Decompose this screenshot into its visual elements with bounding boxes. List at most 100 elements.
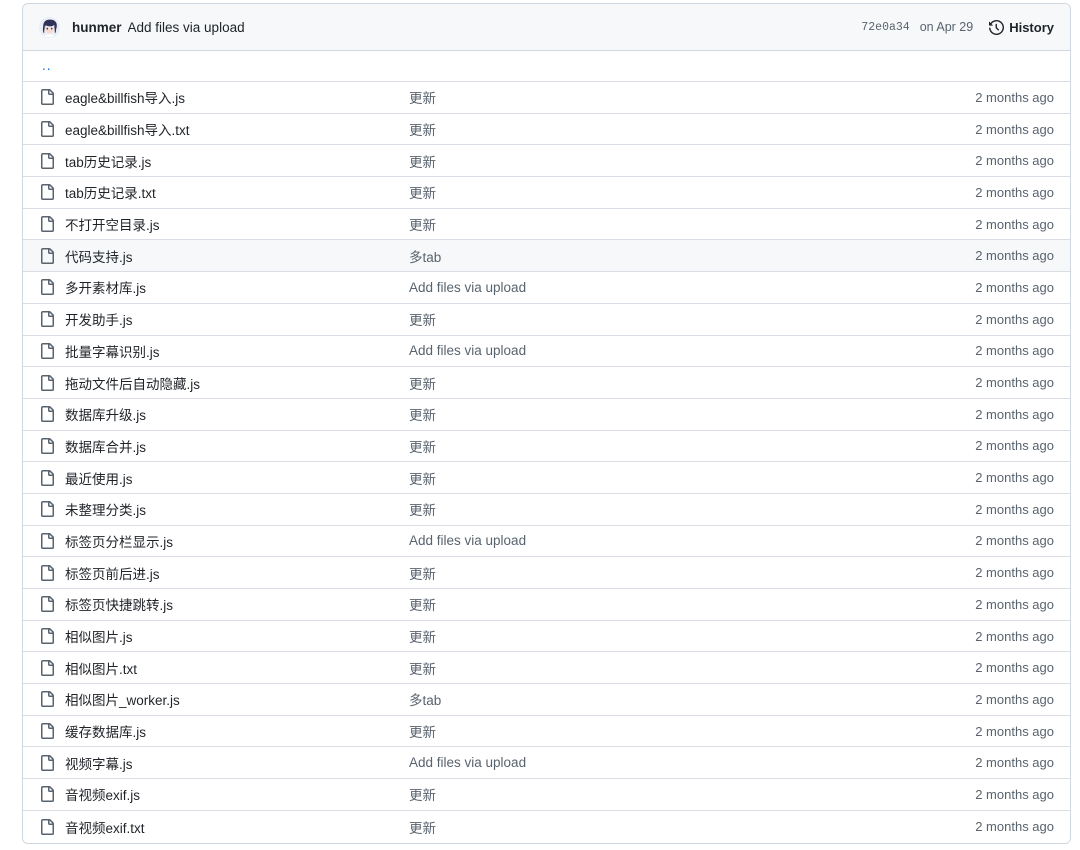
- file-commit-message[interactable]: 更新: [409, 817, 975, 837]
- file-commit-message[interactable]: 更新: [409, 87, 975, 107]
- file-icon: [39, 501, 65, 518]
- file-name-link[interactable]: eagle&billfish导入.txt: [65, 119, 409, 139]
- file-commit-message[interactable]: 更新: [409, 658, 975, 678]
- file-name-link[interactable]: 开发助手.js: [65, 309, 409, 329]
- file-icon: [39, 437, 65, 454]
- table-row[interactable]: 标签页前后进.js 更新 2 months ago: [23, 557, 1070, 589]
- file-commit-message[interactable]: Add files via upload: [409, 755, 975, 770]
- file-name-link[interactable]: 多开素材库.js: [65, 277, 409, 297]
- table-row[interactable]: 最近使用.js 更新 2 months ago: [23, 462, 1070, 494]
- table-row[interactable]: 视频字幕.js Add files via upload 2 months ago: [23, 747, 1070, 780]
- table-row[interactable]: 缓存数据库.js 更新 2 months ago: [23, 715, 1070, 748]
- file-name-link[interactable]: 相似图片.txt: [65, 658, 409, 678]
- file-commit-message[interactable]: 更新: [409, 784, 975, 804]
- file-commit-time: 2 months ago: [975, 89, 1054, 105]
- file-commit-message[interactable]: 更新: [409, 499, 975, 519]
- file-icon: [39, 374, 65, 391]
- table-row[interactable]: 标签页分栏显示.js Add files via upload 2 months a…: [23, 525, 1070, 558]
- table-row[interactable]: 不打开空目录.js 更新 2 months ago: [23, 208, 1070, 241]
- file-commit-message[interactable]: 更新: [409, 721, 975, 741]
- file-name-link[interactable]: 标签页前后进.js: [65, 563, 409, 583]
- file-name-link[interactable]: 音视频exif.txt: [65, 817, 409, 837]
- file-commit-message[interactable]: 更新: [409, 563, 975, 583]
- parent-directory-row[interactable]: ..: [23, 51, 1070, 82]
- file-commit-message[interactable]: 更新: [409, 373, 975, 393]
- file-commit-time: 2 months ago: [975, 121, 1054, 137]
- file-name-link[interactable]: 缓存数据库.js: [65, 721, 409, 741]
- file-name-link[interactable]: tab历史记录.txt: [65, 182, 409, 202]
- file-name-link[interactable]: 相似图片_worker.js: [65, 689, 409, 709]
- commit-sha[interactable]: 72e0a34: [861, 21, 909, 34]
- file-commit-message[interactable]: 更新: [409, 468, 975, 488]
- file-name-link[interactable]: 未整理分类.js: [65, 499, 409, 519]
- table-row[interactable]: 代码支持.js 多tab 2 months ago: [23, 240, 1070, 273]
- file-name-link[interactable]: 最近使用.js: [65, 468, 409, 488]
- file-name-link[interactable]: 视频字幕.js: [65, 753, 409, 773]
- table-row[interactable]: 多开素材库.js Add files via upload 2 months ago: [23, 272, 1070, 304]
- file-name-link[interactable]: 相似图片.js: [65, 626, 409, 646]
- file-icon: [39, 469, 65, 486]
- history-label: History: [1009, 19, 1054, 35]
- table-row[interactable]: 开发助手.js 更新 2 months ago: [23, 303, 1070, 336]
- history-link[interactable]: History: [989, 20, 1054, 35]
- file-name-link[interactable]: 数据库合并.js: [65, 436, 409, 456]
- user-avatar[interactable]: [39, 16, 60, 38]
- file-commit-time: 2 months ago: [975, 343, 1054, 359]
- file-icon: [39, 596, 65, 613]
- file-commit-message[interactable]: 更新: [409, 182, 975, 202]
- table-row[interactable]: tab历史记录.js 更新 2 months ago: [23, 145, 1070, 178]
- file-name-link[interactable]: 拖动文件后自动隐藏.js: [65, 373, 409, 393]
- file-commit-message[interactable]: 多tab: [409, 246, 975, 266]
- table-row[interactable]: 相似图片_worker.js 多tab 2 months ago: [23, 684, 1070, 716]
- file-name-link[interactable]: tab历史记录.js: [65, 151, 409, 171]
- file-icon: [39, 723, 65, 740]
- file-commit-time: 2 months ago: [975, 596, 1054, 612]
- file-commit-message[interactable]: 更新: [409, 626, 975, 646]
- table-row[interactable]: eagle&billfish导入.js 更新 2 months ago: [23, 82, 1070, 114]
- file-name-link[interactable]: eagle&billfish导入.js: [65, 87, 409, 107]
- file-commit-message[interactable]: 多tab: [409, 689, 975, 709]
- file-commit-time: 2 months ago: [975, 153, 1054, 169]
- file-commit-message[interactable]: Add files via upload: [409, 343, 975, 358]
- table-row[interactable]: 未整理分类.js 更新 2 months ago: [23, 493, 1070, 526]
- file-name-link[interactable]: 代码支持.js: [65, 246, 409, 266]
- table-row[interactable]: 相似图片.js 更新 2 months ago: [23, 620, 1070, 653]
- file-icon: [39, 89, 65, 106]
- commit-message[interactable]: Add files via upload: [128, 20, 245, 35]
- file-name-link[interactable]: 数据库升级.js: [65, 404, 409, 424]
- file-icon: [39, 311, 65, 328]
- file-commit-message[interactable]: 更新: [409, 214, 975, 234]
- file-commit-message[interactable]: Add files via upload: [409, 533, 975, 548]
- table-row[interactable]: 拖动文件后自动隐藏.js 更新 2 months ago: [23, 367, 1070, 399]
- table-row[interactable]: 音视频exif.txt 更新 2 months ago: [23, 810, 1070, 843]
- file-commit-message[interactable]: 更新: [409, 436, 975, 456]
- table-row[interactable]: 标签页快捷跳转.js 更新 2 months ago: [23, 589, 1070, 621]
- file-commit-message[interactable]: 更新: [409, 151, 975, 171]
- file-commit-time: 2 months ago: [975, 375, 1054, 391]
- file-name-link[interactable]: 批量字幕识别.js: [65, 341, 409, 361]
- file-name-link[interactable]: 标签页分栏显示.js: [65, 531, 409, 551]
- file-table: hunmer Add files via upload 72e0a34 on A…: [22, 3, 1071, 844]
- file-commit-message[interactable]: Add files via upload: [409, 280, 975, 295]
- file-commit-time: 2 months ago: [975, 628, 1054, 644]
- table-row[interactable]: tab历史记录.txt 更新 2 months ago: [23, 177, 1070, 209]
- file-name-link[interactable]: 标签页快捷跳转.js: [65, 594, 409, 614]
- file-commit-time: 2 months ago: [975, 723, 1054, 739]
- commit-author[interactable]: hunmer: [72, 20, 122, 35]
- file-commit-message[interactable]: 更新: [409, 309, 975, 329]
- file-commit-message[interactable]: 更新: [409, 594, 975, 614]
- file-commit-time: 2 months ago: [975, 786, 1054, 802]
- table-row[interactable]: 数据库合并.js 更新 2 months ago: [23, 430, 1070, 463]
- table-row[interactable]: 相似图片.txt 更新 2 months ago: [23, 652, 1070, 685]
- file-icon: [39, 184, 65, 201]
- table-row[interactable]: 数据库升级.js 更新 2 months ago: [23, 398, 1070, 431]
- file-name-link[interactable]: 不打开空目录.js: [65, 214, 409, 234]
- parent-directory-link[interactable]: ..: [39, 59, 52, 73]
- file-commit-message[interactable]: 更新: [409, 119, 975, 139]
- file-icon: [39, 121, 65, 138]
- table-row[interactable]: 音视频exif.js 更新 2 months ago: [23, 779, 1070, 811]
- table-row[interactable]: 批量字幕识别.js Add files via upload 2 months ag…: [23, 335, 1070, 368]
- file-name-link[interactable]: 音视频exif.js: [65, 784, 409, 804]
- table-row[interactable]: eagle&billfish导入.txt 更新 2 months ago: [23, 113, 1070, 146]
- file-commit-message[interactable]: 更新: [409, 404, 975, 424]
